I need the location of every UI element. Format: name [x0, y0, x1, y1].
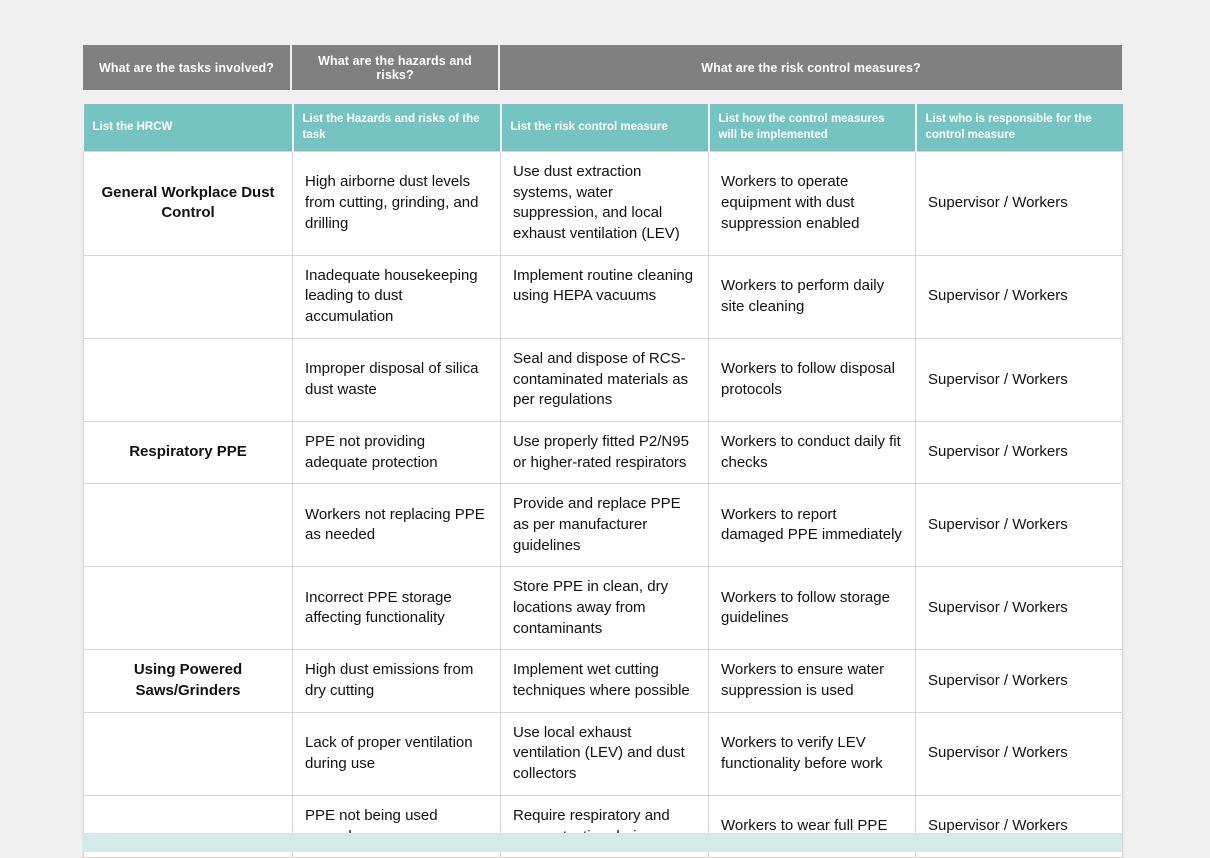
cell-control[interactable]: Implement routine cleaning using HEPA va…	[500, 254, 709, 339]
column-header-responsible: List who is responsible for the control …	[915, 104, 1123, 152]
cell-implementation[interactable]: Workers to perform daily site cleaning	[708, 254, 916, 339]
group-header-row: What are the tasks involved? What are th…	[83, 45, 1122, 90]
cell-control[interactable]: Seal and dispose of RCS-contaminated mat…	[500, 337, 709, 422]
page-root: What are the tasks involved? What are th…	[0, 0, 1210, 858]
cell-task[interactable]	[83, 483, 293, 568]
cell-task[interactable]: Using Powered Saws/Grinders	[83, 649, 293, 713]
cell-control[interactable]: Use dust extraction systems, water suppr…	[500, 151, 709, 256]
column-header-implementation: List how the control measures will be im…	[708, 104, 917, 152]
cell-hazard[interactable]: PPE not providing adequate protection	[292, 420, 501, 485]
cell-hazard[interactable]: Lack of proper ventilation during use	[292, 711, 501, 796]
column-header-row: List the HRCW List the Hazards and risks…	[83, 104, 1123, 152]
cell-responsible[interactable]: Supervisor / Workers	[915, 649, 1123, 713]
cell-implementation[interactable]: Workers to follow disposal protocols	[708, 337, 916, 422]
cell-control[interactable]: Implement wet cutting techniques where p…	[500, 649, 709, 713]
hrcw-table: List the HRCW List the Hazards and risks…	[83, 104, 1123, 858]
table-row: Using Powered Saws/Grinders High dust em…	[83, 649, 1123, 713]
cell-task[interactable]: General Workplace Dust Control	[83, 151, 293, 256]
cell-implementation[interactable]: Workers to operate equipment with dust s…	[708, 151, 916, 256]
cell-responsible[interactable]: Supervisor / Workers	[915, 483, 1123, 568]
next-section-header-bar	[83, 833, 1122, 852]
table-row: Incorrect PPE storage affecting function…	[83, 566, 1123, 651]
group-header-controls: What are the risk control measures?	[500, 45, 1122, 90]
cell-responsible[interactable]: Supervisor / Workers	[915, 420, 1123, 485]
cell-hazard[interactable]: Workers not replacing PPE as needed	[292, 483, 501, 568]
cell-task[interactable]	[83, 566, 293, 651]
cell-responsible[interactable]: Supervisor / Workers	[915, 254, 1123, 339]
table-row: Inadequate housekeeping leading to dust …	[83, 254, 1123, 339]
cell-hazard[interactable]: High airborne dust levels from cutting, …	[292, 151, 501, 256]
table-row: Respiratory PPE PPE not providing adequa…	[83, 420, 1123, 485]
table-row: Lack of proper ventilation during use Us…	[83, 711, 1123, 796]
cell-implementation[interactable]: Workers to verify LEV functionality befo…	[708, 711, 916, 796]
cell-hazard[interactable]: Improper disposal of silica dust waste	[292, 337, 501, 422]
cell-hazard[interactable]: Incorrect PPE storage affecting function…	[292, 566, 501, 651]
group-header-tasks: What are the tasks involved?	[83, 45, 292, 90]
cell-task[interactable]	[83, 254, 293, 339]
cell-responsible[interactable]: Supervisor / Workers	[915, 566, 1123, 651]
hrcw-table-wrapper: List the HRCW List the Hazards and risks…	[83, 104, 1123, 858]
cell-task[interactable]	[83, 337, 293, 422]
column-header-control-measure: List the risk control measure	[500, 104, 710, 152]
group-header-controls-label: What are the risk control measures?	[701, 60, 921, 75]
cell-control[interactable]: Use properly fitted P2/N95 or higher-rat…	[500, 420, 709, 485]
table-row: Workers not replacing PPE as needed Prov…	[83, 483, 1123, 568]
column-header-hazards: List the Hazards and risks of the task	[292, 104, 502, 152]
column-header-hrcw: List the HRCW	[83, 104, 294, 152]
cell-implementation[interactable]: Workers to report damaged PPE immediatel…	[708, 483, 916, 568]
table-row: General Workplace Dust Control High airb…	[83, 151, 1123, 256]
table-body: General Workplace Dust Control High airb…	[83, 151, 1123, 858]
cell-responsible[interactable]: Supervisor / Workers	[915, 151, 1123, 256]
cell-task[interactable]	[83, 711, 293, 796]
cell-control[interactable]: Store PPE in clean, dry locations away f…	[500, 566, 709, 651]
cell-hazard[interactable]: Inadequate housekeeping leading to dust …	[292, 254, 501, 339]
group-header-tasks-label: What are the tasks involved?	[98, 60, 275, 75]
cell-responsible[interactable]: Supervisor / Workers	[915, 337, 1123, 422]
cell-control[interactable]: Use local exhaust ventilation (LEV) and …	[500, 711, 709, 796]
group-header-hazards-label: What are the hazards and risks?	[318, 53, 472, 82]
table-row: Improper disposal of silica dust waste S…	[83, 337, 1123, 422]
cell-control[interactable]: Provide and replace PPE as per manufactu…	[500, 483, 709, 568]
cell-implementation[interactable]: Workers to ensure water suppression is u…	[708, 649, 916, 713]
cell-hazard[interactable]: High dust emissions from dry cutting	[292, 649, 501, 713]
cell-task[interactable]: Respiratory PPE	[83, 420, 293, 485]
cell-responsible[interactable]: Supervisor / Workers	[915, 711, 1123, 796]
table-head: List the HRCW List the Hazards and risks…	[83, 104, 1123, 152]
cell-implementation[interactable]: Workers to conduct daily fit checks	[708, 420, 916, 485]
group-header-hazards: What are the hazards and risks?	[292, 45, 500, 90]
cell-implementation[interactable]: Workers to follow storage guidelines	[708, 566, 916, 651]
